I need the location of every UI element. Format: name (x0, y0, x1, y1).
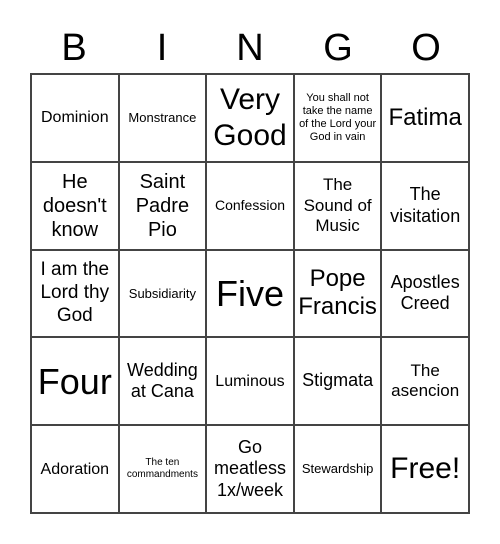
bingo-cell[interactable]: Wedding at Cana (118, 337, 207, 426)
bingo-cell[interactable]: Saint Padre Pio (118, 161, 207, 250)
bingo-cell[interactable]: Very Good (206, 74, 294, 162)
bingo-cell[interactable]: Fatima (381, 74, 469, 162)
bingo-cell[interactable]: Subsidiarity (118, 249, 207, 338)
bingo-cell[interactable]: Monstrance (118, 74, 207, 162)
bingo-cell[interactable]: Go meatless 1x/week (206, 425, 294, 513)
bingo-cell[interactable]: Adoration (31, 425, 119, 513)
bingo-grid: Dominion Monstrance Very Good You shall not… (30, 73, 470, 514)
bingo-cell[interactable]: The asencion (381, 337, 469, 426)
bingo-cell[interactable]: Five (206, 249, 294, 338)
bingo-cell[interactable]: The ten commandments (118, 425, 207, 513)
header-letter: B (61, 27, 87, 69)
bingo-cell[interactable]: The visitation (381, 161, 469, 250)
bingo-cell[interactable]: He doesn't know (31, 161, 119, 250)
bingo-cell[interactable]: You shall not take the name of the Lord … (293, 74, 382, 162)
header-letter: I (156, 27, 168, 69)
bingo-cell[interactable]: Apostles Creed (381, 249, 469, 338)
bingo-cell[interactable]: Pope Francis (293, 249, 382, 338)
header-letter: O (411, 27, 441, 69)
bingo-cell[interactable]: Free! (381, 425, 469, 513)
bingo-cell[interactable]: Stigmata (293, 337, 382, 426)
bingo-cell[interactable]: Dominion (31, 74, 119, 162)
bingo-cell[interactable]: Confession (206, 161, 294, 250)
bingo-cell[interactable]: Luminous (206, 337, 294, 426)
bingo-cell[interactable]: I am the Lord thy God (31, 249, 119, 338)
bingo-cell[interactable]: The Sound of Music (293, 161, 382, 250)
bingo-header: BINGO (30, 24, 470, 72)
bingo-cell[interactable]: Stewardship (293, 425, 382, 513)
bingo-cell[interactable]: Four (31, 337, 119, 426)
header-letter: N (236, 27, 264, 69)
header-letter: G (323, 27, 353, 69)
